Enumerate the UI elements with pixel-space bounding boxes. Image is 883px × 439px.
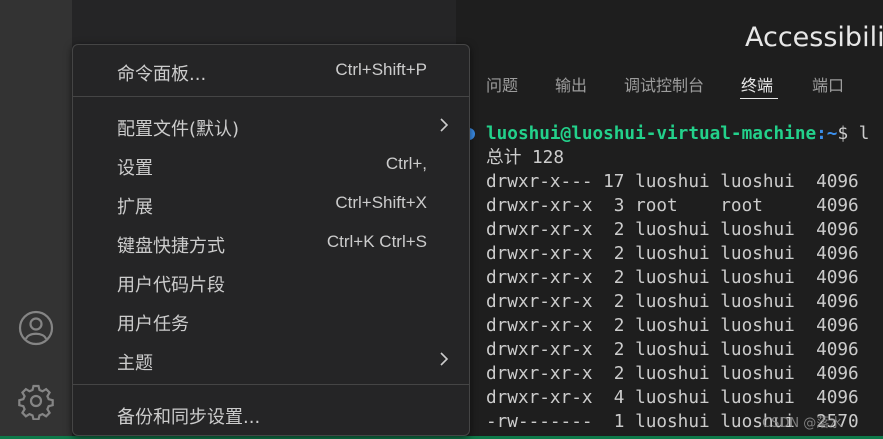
- terminal-line: drwxr-x--- 17 luoshui luoshui 4096: [486, 172, 859, 192]
- activity-bar: [0, 0, 72, 439]
- menu-item-shortcut: Ctrl+,: [385, 154, 427, 173]
- prompt-command: $ l: [837, 124, 870, 144]
- menu-item-keyboard-shortcuts[interactable]: 键盘快捷方式 Ctrl+K Ctrl+S: [73, 224, 469, 260]
- menu-item-profiles[interactable]: 配置文件(默认): [73, 107, 469, 143]
- tab-problems[interactable]: 问题: [486, 72, 518, 96]
- chevron-right-icon: [439, 351, 449, 371]
- menu-item-shortcut: Ctrl+Shift+X: [335, 193, 427, 212]
- manage-menu: 命令面板... Ctrl+Shift+P 配置文件(默认) 设置 Ctrl+, …: [72, 44, 470, 436]
- menu-item-label: 用户代码片段: [117, 275, 225, 296]
- menu-item-user-tasks[interactable]: 用户任务: [73, 302, 469, 338]
- menu-item-label: 命令面板...: [117, 64, 207, 85]
- account-icon[interactable]: [14, 306, 58, 350]
- menu-item-label: 用户任务: [117, 314, 189, 335]
- menu-item-extensions[interactable]: 扩展 Ctrl+Shift+X: [73, 185, 469, 221]
- prompt-user: luoshui@luoshui-virtual-machine: [486, 124, 817, 144]
- active-tab-indicator: [740, 98, 778, 99]
- terminal-line: drwxr-xr-x 2 luoshui luoshui 4096: [486, 316, 859, 336]
- gear-icon[interactable]: [14, 379, 58, 423]
- prompt-path: :~: [816, 124, 838, 144]
- menu-item-command-palette[interactable]: 命令面板... Ctrl+Shift+P: [73, 52, 469, 88]
- terminal-line: drwxr-xr-x 3 root root 4096: [486, 196, 859, 216]
- menu-item-label: 扩展: [117, 197, 153, 218]
- menu-item-label: 设置: [117, 158, 153, 179]
- menu-item-label: 键盘快捷方式: [117, 236, 225, 257]
- tab-output[interactable]: 输出: [555, 72, 587, 96]
- tab-ports[interactable]: 端口: [812, 72, 844, 96]
- tab-debug-console[interactable]: 调试控制台: [624, 72, 704, 96]
- chevron-right-icon: [439, 117, 449, 137]
- menu-item-themes[interactable]: 主题: [73, 341, 469, 377]
- menu-item-backup-sync[interactable]: 备份和同步设置...: [73, 395, 469, 431]
- terminal-line: drwxr-xr-x 4 luoshui luoshui 4096: [486, 388, 859, 408]
- terminal-line: drwxr-xr-x 2 luoshui luoshui 4096: [486, 220, 859, 240]
- menu-item-settings[interactable]: 设置 Ctrl+,: [73, 146, 469, 182]
- terminal-line: drwxr-xr-x 2 luoshui luoshui 4096: [486, 340, 859, 360]
- terminal-line: drwxr-xr-x 2 luoshui luoshui 4096: [486, 268, 859, 288]
- editor-title: Accessibilit: [745, 22, 883, 53]
- menu-separator: [73, 96, 469, 97]
- tab-terminal[interactable]: 终端: [741, 72, 773, 96]
- terminal-line: drwxr-xr-x 2 luoshui luoshui 4096: [486, 364, 859, 384]
- menu-separator: [73, 384, 469, 385]
- terminal-prompt: luoshui@luoshui-virtual-machine:~$ l: [486, 122, 869, 146]
- menu-item-shortcut: Ctrl+K Ctrl+S: [326, 232, 427, 251]
- terminal-line: drwxr-xr-x 2 luoshui luoshui 4096: [486, 244, 859, 264]
- menu-item-label: 主题: [117, 353, 153, 374]
- terminal-line: drwxr-xr-x 2 luoshui luoshui 4096: [486, 292, 859, 312]
- terminal-line: 总计 128: [486, 148, 564, 168]
- menu-item-label: 备份和同步设置...: [117, 407, 261, 428]
- menu-item-label: 配置文件(默认): [117, 119, 240, 140]
- menu-item-user-snippets[interactable]: 用户代码片段: [73, 263, 469, 299]
- watermark: CSDN @落水: [762, 416, 843, 431]
- menu-item-shortcut: Ctrl+Shift+P: [335, 60, 427, 79]
